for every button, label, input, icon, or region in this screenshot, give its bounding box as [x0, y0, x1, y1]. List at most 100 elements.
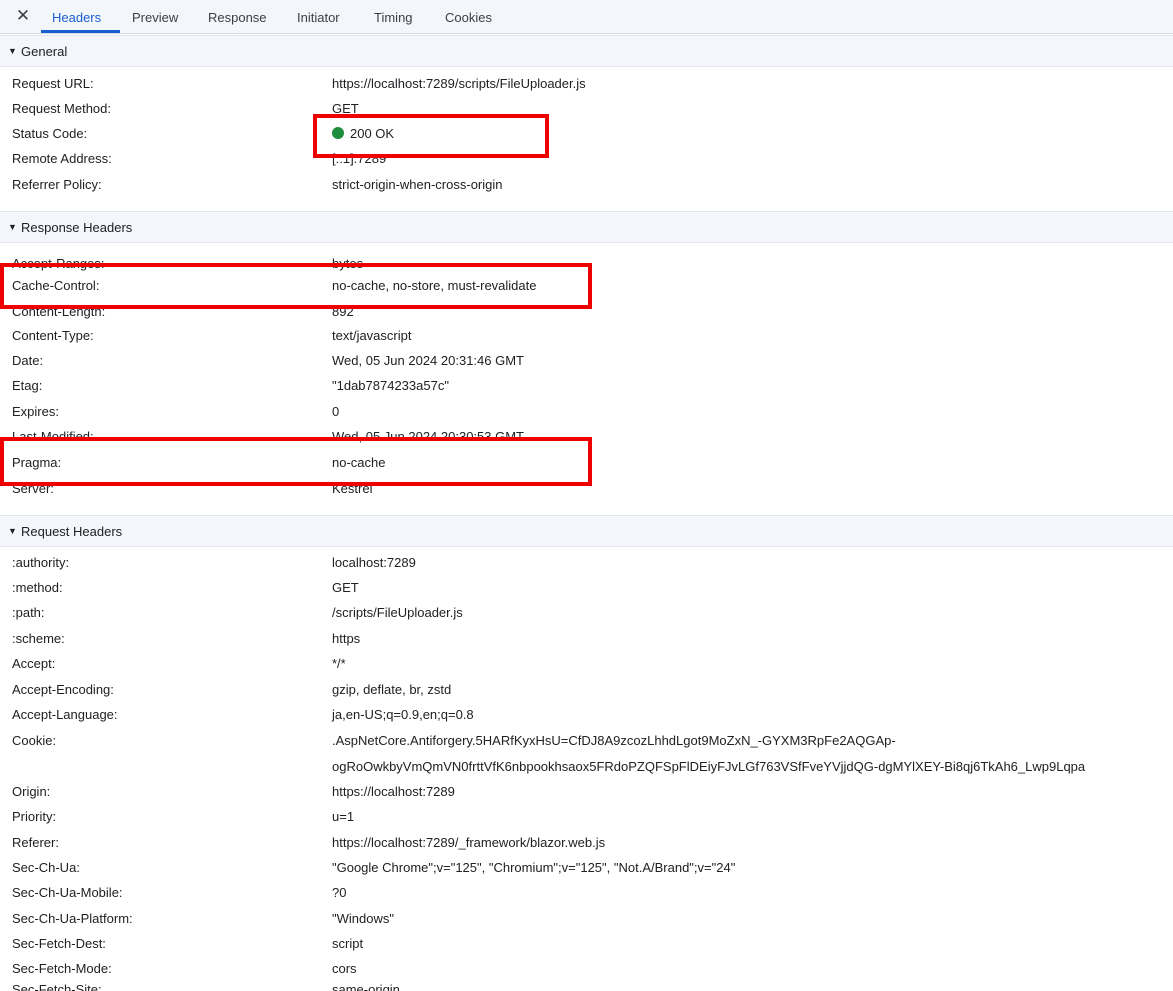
header-value: 0 [332, 404, 340, 419]
header-name: Sec-Fetch-Mode: [12, 961, 112, 976]
header-value: "Windows" [332, 911, 394, 926]
header-name: Accept: [12, 656, 56, 671]
header-name: Referrer Policy: [12, 177, 102, 192]
header-name: Sec-Fetch-Site: [12, 982, 102, 991]
header-name: Content-Length: [12, 304, 106, 319]
header-row: Cookie: .AspNetCore.Antiforgery.5HARfKyx… [0, 729, 1173, 779]
header-row: Accept-Encoding: gzip, deflate, br, zstd [0, 678, 1173, 703]
header-name: Priority: [12, 809, 57, 824]
header-name: Accept-Language: [12, 707, 118, 722]
section-request-headers-header[interactable]: ▼ Request Headers [0, 515, 1173, 547]
header-name: :path: [12, 605, 45, 620]
header-name: :authority: [12, 555, 70, 570]
header-name: Accept-Ranges: [12, 256, 105, 271]
tab-timing[interactable]: Timing [374, 10, 413, 25]
header-name: Expires: [12, 404, 59, 419]
header-value: .AspNetCore.Antiforgery.5HARfKyxHsU=CfDJ… [332, 733, 896, 748]
header-row: Sec-Ch-Ua-Platform: "Windows" [0, 907, 1173, 932]
header-name: Content-Type: [12, 328, 94, 343]
section-title: Response Headers [21, 220, 133, 235]
header-value: 200 OK [332, 126, 394, 141]
header-name: Status Code: [12, 126, 88, 141]
header-row: Etag: "1dab7874233a57c" [0, 374, 1173, 399]
header-value: */* [332, 656, 346, 671]
tab-response[interactable]: Response [208, 10, 267, 25]
tab-cookies[interactable]: Cookies [445, 10, 492, 25]
tab-preview[interactable]: Preview [132, 10, 178, 25]
header-row: Request URL: https://localhost:7289/scri… [0, 72, 1173, 97]
expand-triangle-icon: ▼ [8, 46, 17, 56]
header-name: :scheme: [12, 631, 65, 646]
header-row: Accept: */* [0, 652, 1173, 677]
header-value: "Google Chrome";v="125", "Chromium";v="1… [332, 860, 736, 875]
header-value: /scripts/FileUploader.js [332, 605, 463, 620]
header-name: Last-Modified: [12, 429, 94, 444]
header-name: :method: [12, 580, 63, 595]
header-row: Status Code: 200 OK [0, 122, 1173, 147]
expand-triangle-icon: ▼ [8, 526, 17, 536]
header-name: Request URL: [12, 76, 94, 91]
header-name: Cache-Control: [12, 278, 100, 293]
header-value: bytes [332, 256, 364, 271]
active-tab-indicator [41, 30, 120, 33]
header-name: Etag: [12, 378, 43, 393]
header-name: Origin: [12, 784, 51, 799]
header-row: :authority: localhost:7289 [0, 551, 1173, 576]
header-row: Expires: 0 [0, 400, 1173, 425]
header-name: Remote Address: [12, 151, 112, 166]
header-value: ?0 [332, 885, 347, 900]
header-value: GET [332, 580, 359, 595]
header-value: no-cache [332, 455, 386, 470]
header-value: [::1]:7289 [332, 151, 387, 166]
header-row: Referer: https://localhost:7289/_framewo… [0, 831, 1173, 856]
header-row: Origin: https://localhost:7289 [0, 780, 1173, 805]
header-name: Sec-Fetch-Dest: [12, 936, 106, 951]
header-name: Date: [12, 353, 44, 368]
header-value: script [332, 936, 364, 951]
header-value-continuation: ogRoOwkbyVmQmVN0frttVfK6nbpookhsaox5FRdo… [332, 759, 1086, 774]
header-row: Sec-Ch-Ua-Mobile: ?0 [0, 881, 1173, 906]
header-value: https://localhost:7289/_framework/blazor… [332, 835, 606, 850]
header-value: Kestrel [332, 481, 373, 496]
header-row: :path: /scripts/FileUploader.js [0, 601, 1173, 626]
header-row: Remote Address: [::1]:7289 [0, 147, 1173, 172]
header-name: Server: [12, 481, 54, 496]
header-value: same-origin [332, 982, 400, 991]
header-name: Accept-Encoding: [12, 682, 114, 697]
header-value: strict-origin-when-cross-origin [332, 177, 503, 192]
section-title: Request Headers [21, 524, 123, 539]
expand-triangle-icon: ▼ [8, 222, 17, 232]
header-row: Last-Modified: Wed, 05 Jun 2024 20:30:53… [0, 425, 1173, 450]
header-value: GET [332, 101, 359, 116]
header-row: Sec-Fetch-Site: same-origin [0, 979, 1173, 991]
header-name: Sec-Ch-Ua-Platform: [12, 911, 133, 926]
header-value: no-cache, no-store, must-revalidate [332, 278, 537, 293]
close-icon[interactable]: ✕ [14, 7, 32, 25]
tab-initiator[interactable]: Initiator [297, 10, 340, 25]
header-name: Referer: [12, 835, 59, 850]
header-row: Sec-Fetch-Dest: script [0, 932, 1173, 957]
header-row: Cache-Control: no-cache, no-store, must-… [0, 274, 1173, 299]
header-value: gzip, deflate, br, zstd [332, 682, 452, 697]
status-ok-icon [332, 127, 344, 139]
devtools-tab-bar: ✕ Headers Preview Response Initiator Tim… [0, 0, 1173, 34]
header-row: Accept-Language: ja,en-US;q=0.9,en;q=0.8 [0, 703, 1173, 728]
header-value: ja,en-US;q=0.9,en;q=0.8 [332, 707, 474, 722]
header-value: Wed, 05 Jun 2024 20:30:53 GMT [332, 429, 524, 444]
header-row: Referrer Policy: strict-origin-when-cros… [0, 173, 1173, 198]
header-value: https://localhost:7289 [332, 784, 455, 799]
header-row: :method: GET [0, 576, 1173, 601]
header-value: text/javascript [332, 328, 412, 343]
tab-headers[interactable]: Headers [52, 10, 101, 25]
header-row: :scheme: https [0, 627, 1173, 652]
header-value: "1dab7874233a57c" [332, 378, 449, 393]
header-row: Content-Type: text/javascript [0, 324, 1173, 349]
section-general-header[interactable]: ▼ General [0, 35, 1173, 67]
header-value: u=1 [332, 809, 355, 824]
header-name: Cookie: [12, 733, 57, 748]
header-name: Request Method: [12, 101, 112, 116]
section-response-headers-header[interactable]: ▼ Response Headers [0, 211, 1173, 243]
header-row: Server: Kestrel [0, 477, 1173, 502]
header-row: Request Method: GET [0, 97, 1173, 122]
status-text: 200 OK [350, 126, 395, 141]
